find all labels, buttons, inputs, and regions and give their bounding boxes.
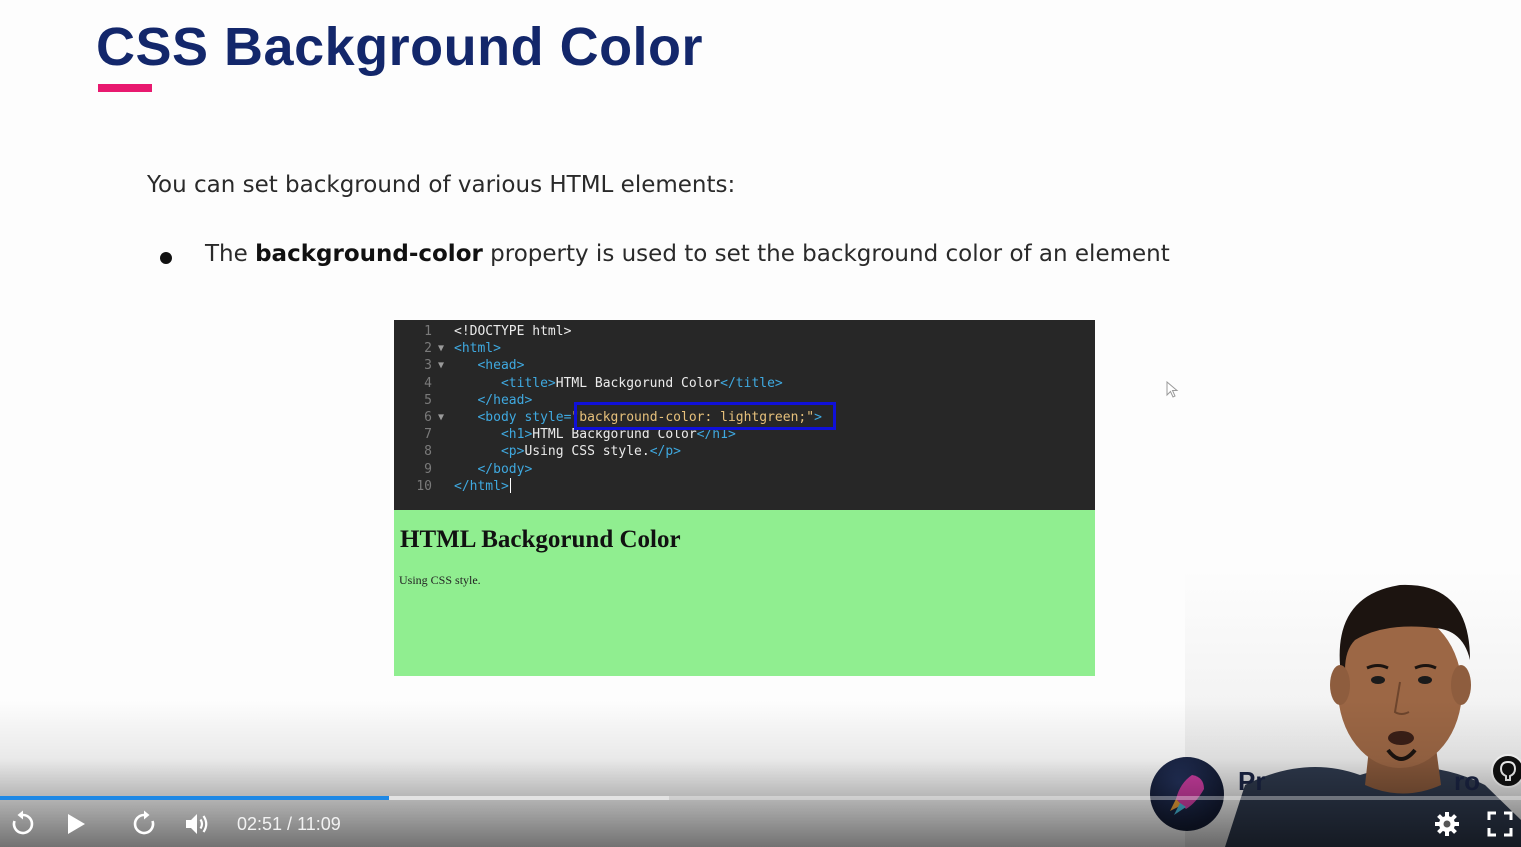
play-button[interactable] [58,806,94,842]
line-number: 2 [424,341,432,357]
line-number: 5 [424,392,432,408]
bullet-bold-term: background-color [255,241,483,267]
code-line: 4 <title>HTML Backgorund Color</title> [394,375,1095,392]
code-highlight-box [574,402,836,430]
brand-text-left: Pr [1238,766,1266,796]
settings-button[interactable] [1429,806,1465,842]
line-number: 1 [424,324,432,339]
line-number: 3 [424,358,432,374]
code-line: 2 ▼ <html> [394,340,1095,357]
line-number: 4 [424,375,432,391]
brand-text-right: ro [1454,766,1480,796]
code-text[interactable]: <title>HTML Backgorund Color</title> [454,375,783,392]
code-line: 8 <p>Using CSS style.</p> [394,443,1095,460]
time-separator: / [282,814,298,834]
line-number: 10 [416,478,432,494]
forward-button[interactable] [126,806,162,842]
replay-button[interactable] [5,806,41,842]
fold-arrow-icon[interactable]: ▼ [438,357,444,374]
code-line: 9 </body> [394,461,1095,478]
code-text[interactable]: </head> [454,392,532,409]
fold-arrow-icon[interactable]: ▼ [438,409,444,426]
corner-badge-icon [1491,754,1521,788]
line-number: 8 [424,444,432,460]
forward-icon [133,810,155,835]
slide-title: CSS Background Color [96,17,704,77]
code-text[interactable]: <p>Using CSS style.</p> [454,443,681,460]
rendered-output: HTML Backgorund Color Using CSS style. [394,510,1095,676]
bullet-prefix: The [205,241,248,267]
line-number: 6 [424,410,432,425]
line-number: 9 [424,461,432,477]
settings-icon [1435,812,1459,836]
fold-arrow-icon[interactable]: ▼ [438,340,444,357]
volume-icon [186,814,208,834]
code-line: 1 <!DOCTYPE html> [394,323,1095,340]
code-text[interactable]: </html> [454,477,512,495]
play-icon [68,814,85,834]
fullscreen-icon [1487,811,1513,837]
rendered-paragraph: Using CSS style. [399,573,481,587]
replay-icon [12,810,34,835]
brand-logo [1150,757,1224,831]
presenter-video [1185,570,1521,847]
rendered-heading: HTML Backgorund Color [400,526,681,553]
code-text[interactable]: <head> [454,357,524,374]
bullet-text: The background-color property is used to… [205,241,1170,267]
progress-bar[interactable] [0,796,1521,800]
title-underline [98,84,152,92]
code-text[interactable]: <!DOCTYPE html> [454,323,571,340]
webcam-overlay [1185,570,1521,847]
text-cursor [509,477,512,493]
current-time: 02:51 [237,814,283,834]
mouse-pointer-icon [1166,381,1179,398]
rocket-icon [1170,775,1204,815]
volume-button[interactable] [179,806,215,842]
bullet-dot [160,252,172,264]
code-text[interactable]: </body> [454,461,532,478]
fullscreen-button[interactable] [1482,806,1518,842]
code-line: 10 </html> [394,477,1095,495]
slide-intro: You can set background of various HTML e… [147,172,736,198]
code-line: 3 ▼ <head> [394,357,1095,374]
line-number: 7 [424,427,432,443]
time-display: 02:51 / 11:09 [237,814,341,835]
duration: 11:09 [297,814,341,834]
bullet-suffix: property is used to set the background c… [490,241,1170,267]
progress-played [0,796,389,800]
code-text[interactable]: <html> [454,340,501,357]
